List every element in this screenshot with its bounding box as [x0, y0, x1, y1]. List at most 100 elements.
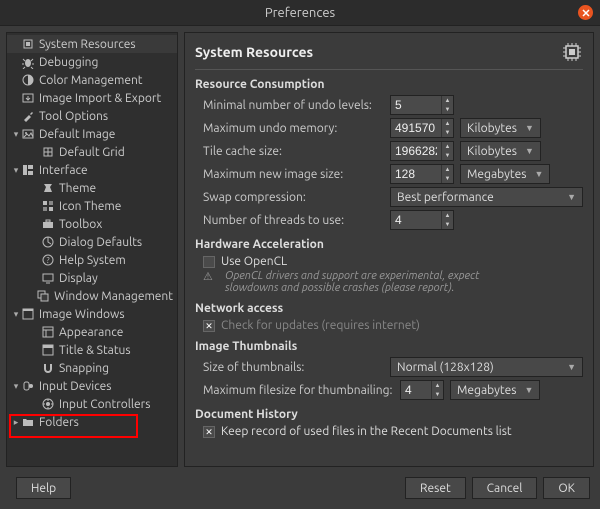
tree-item-default-image[interactable]: ▾ Default Image	[7, 125, 177, 143]
history-keep-row[interactable]: ✕ Keep record of used files in the Recen…	[195, 425, 583, 438]
chip-icon	[561, 41, 583, 63]
bug-icon	[21, 55, 35, 69]
tree-item-interface[interactable]: ▾Interface	[7, 161, 177, 179]
tree-item-label: Theme	[59, 182, 96, 195]
tree-item-default-grid[interactable]: Default Grid	[7, 143, 177, 161]
tree-item-input-devices[interactable]: ▾Input Devices	[7, 377, 177, 395]
cancel-button[interactable]: Cancel	[472, 477, 538, 499]
chevron-down-icon: ▼	[567, 192, 576, 202]
tree-item-image-windows[interactable]: ▾ Image Windows	[7, 305, 177, 323]
tree-item-label: Image Import & Export	[39, 92, 161, 105]
tree-item-label: Image Windows	[39, 308, 125, 321]
expand-arrow-icon[interactable]: ▾	[11, 165, 21, 176]
reset-button[interactable]: Reset	[405, 477, 466, 499]
tree-item-display[interactable]: Display	[7, 269, 177, 287]
tree-item-tool-options[interactable]: Tool Options	[7, 107, 177, 125]
updates-row[interactable]: ✕ Check for updates (requires internet)	[195, 319, 583, 332]
ok-button[interactable]: OK	[543, 477, 590, 499]
tree-item-input-controllers[interactable]: Input Controllers	[7, 395, 177, 413]
theme-icon	[41, 181, 55, 195]
updates-checkbox[interactable]: ✕	[203, 320, 215, 332]
tile-cache-unit[interactable]: Kilobytes▼	[460, 141, 541, 161]
thumb-size-combo[interactable]: Normal (128x128)▼	[390, 357, 583, 377]
window-icon	[36, 289, 50, 303]
titlebar: Preferences	[0, 0, 600, 26]
tree-item-label: Appearance	[59, 326, 123, 339]
tree-item-window-management[interactable]: Window Management	[7, 287, 177, 305]
tree-item-label: Dialog Defaults	[59, 236, 142, 249]
expand-arrow-icon[interactable]: ▾	[11, 309, 21, 320]
tree-item-dialog-defaults[interactable]: Dialog Defaults	[7, 233, 177, 251]
tile-cache-label: Tile cache size:	[195, 145, 390, 158]
threads-input[interactable]: ▲▼	[390, 210, 454, 230]
new-image-unit[interactable]: Megabytes▼	[460, 164, 550, 184]
help-button[interactable]: Help	[16, 477, 71, 499]
thumb-maxfile-input[interactable]: ▲▼	[400, 380, 444, 400]
tree-item-folders[interactable]: ▸ Folders	[7, 413, 177, 431]
tree-item-theme[interactable]: Theme	[7, 179, 177, 197]
tree-item-title-status[interactable]: Title & Status	[7, 341, 177, 359]
thumb-maxfile-unit[interactable]: Megabytes▼	[450, 380, 540, 400]
tree-item-label: Tool Options	[39, 110, 108, 123]
tree-item-system-resources[interactable]: System Resources	[7, 35, 177, 53]
tree-item-label: Display	[59, 272, 98, 285]
import-icon	[21, 91, 35, 105]
close-button[interactable]	[578, 5, 593, 20]
tree-item-image-import-export[interactable]: Image Import & Export	[7, 89, 177, 107]
swap-combo[interactable]: Best performance▼	[390, 187, 583, 207]
display-icon	[41, 271, 55, 285]
tile-cache-row: Tile cache size: ▲▼ Kilobytes▼	[195, 141, 583, 161]
new-image-label: Maximum new image size:	[195, 168, 390, 181]
hw-heading: Hardware Acceleration	[195, 238, 583, 251]
warning-icon: ⚠	[203, 270, 219, 294]
tree-item-label: Folders	[39, 416, 79, 429]
expand-arrow-icon[interactable]: ▸	[11, 417, 21, 428]
expand-arrow-icon[interactable]: ▾	[11, 381, 21, 392]
tree-item-label: Debugging	[39, 56, 98, 69]
tree-item-label: Title & Status	[59, 344, 131, 357]
undo-levels-input[interactable]: ▲▼	[390, 95, 454, 115]
snap-icon	[41, 361, 55, 375]
chevron-down-icon: ▼	[525, 123, 534, 133]
thumb-size-row: Size of thumbnails: Normal (128x128)▼	[195, 357, 583, 377]
tree-item-label: Snapping	[59, 362, 109, 375]
expand-arrow-icon[interactable]: ▾	[11, 129, 21, 140]
undo-memory-label: Maximum undo memory:	[195, 122, 390, 135]
swap-label: Swap compression:	[195, 191, 390, 204]
tree-item-label: Help System	[59, 254, 126, 267]
ctrl-icon	[41, 397, 55, 411]
new-image-input[interactable]: ▲▼	[390, 164, 454, 184]
opencl-checkbox[interactable]	[203, 256, 215, 268]
chip-icon	[21, 37, 35, 51]
window-title: Preferences	[265, 6, 335, 20]
tool-icon	[21, 109, 35, 123]
tree-item-snapping[interactable]: Snapping	[7, 359, 177, 377]
content-panel: System Resources Resource Consumption Mi…	[184, 32, 594, 467]
tree-item-label: Default Grid	[59, 146, 125, 159]
tile-cache-input[interactable]: ▲▼	[390, 141, 454, 161]
main-area: System Resources Debugging Color Managemen…	[0, 26, 600, 473]
tree-item-help-system[interactable]: ? Help System	[7, 251, 177, 269]
threads-row: Number of threads to use: ▲▼	[195, 210, 583, 230]
imgwin-icon	[21, 307, 35, 321]
undo-memory-row: Maximum undo memory: ▲▼ Kilobytes▼	[195, 118, 583, 138]
undo-memory-unit[interactable]: Kilobytes▼	[460, 118, 541, 138]
opencl-row[interactable]: Use OpenCL	[195, 255, 583, 268]
preferences-tree[interactable]: System Resources Debugging Color Managemen…	[6, 32, 178, 467]
tree-item-toolbox[interactable]: Toolbox	[7, 215, 177, 233]
chevron-down-icon: ▼	[524, 385, 533, 395]
interface-icon	[21, 163, 35, 177]
footer: Help Reset Cancel OK	[0, 473, 600, 503]
resource-heading: Resource Consumption	[195, 78, 583, 91]
tree-item-color-management[interactable]: Color Management	[7, 71, 177, 89]
history-keep-checkbox[interactable]: ✕	[203, 426, 215, 438]
thumb-maxfile-label: Maximum filesize for thumbnailing:	[195, 384, 400, 397]
history-heading: Document History	[195, 408, 583, 421]
svg-text:?: ?	[46, 256, 49, 265]
undo-memory-input[interactable]: ▲▼	[390, 118, 454, 138]
tree-item-debugging[interactable]: Debugging	[7, 53, 177, 71]
tree-item-label: Default Image	[39, 128, 115, 141]
tree-item-appearance[interactable]: Appearance	[7, 323, 177, 341]
new-image-row: Maximum new image size: ▲▼ Megabytes▼	[195, 164, 583, 184]
tree-item-icon-theme[interactable]: Icon Theme	[7, 197, 177, 215]
